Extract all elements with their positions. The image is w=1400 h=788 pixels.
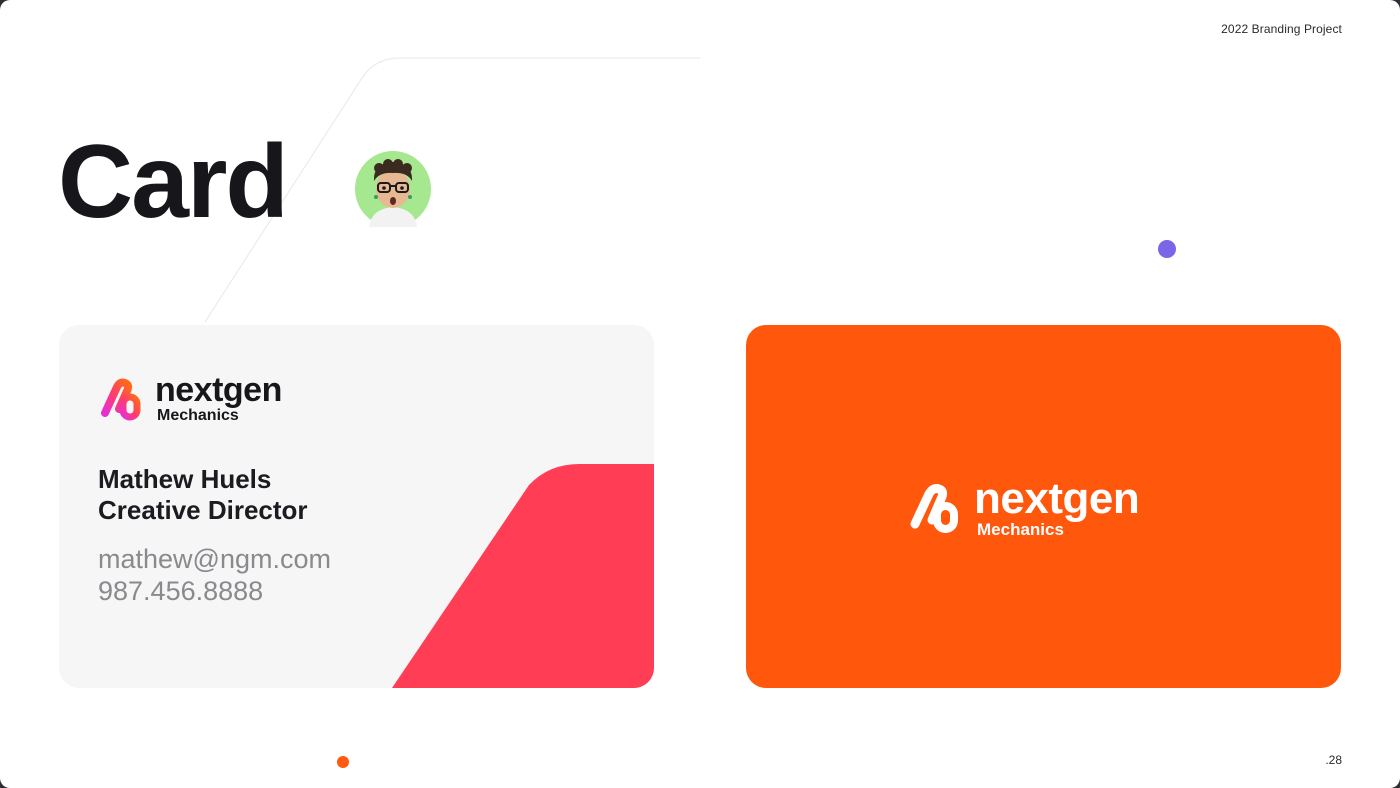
contact-phone: 987.456.8888 [98,576,264,606]
brand-logo-white: nextgen Mechanics [906,474,1140,539]
project-label: 2022 Branding Project [1221,22,1342,36]
decorative-dot-purple [1158,240,1176,258]
slide: 2022 Branding Project Card nextgen Mecha… [0,0,1400,788]
page-number: .28 [1325,753,1342,767]
brand-name: nextgen [155,371,282,409]
decorative-dot-orange [337,756,349,768]
page-title: Card [58,124,289,240]
memoji-avatar-icon [355,151,431,227]
person-role: Creative Director [98,495,308,525]
business-card-back: nextgen Mechanics [746,325,1341,688]
contact-email: mathew@ngm.com [98,544,331,574]
nextgen-link-logo-icon [910,483,958,533]
brand-name: nextgen [974,474,1140,523]
nextgen-link-logo-icon [101,378,141,420]
business-card-front: nextgen Mechanics Mathew Huels Creative … [59,325,654,688]
brand-logo: nextgen Mechanics [97,373,282,424]
brand-subtitle: Mechanics [977,520,1064,539]
brand-subtitle: Mechanics [157,407,239,424]
person-name: Mathew Huels [98,464,272,494]
